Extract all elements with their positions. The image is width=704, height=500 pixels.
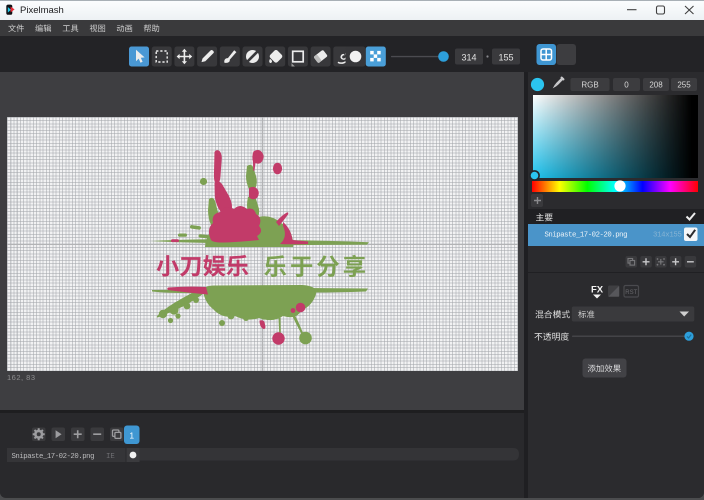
svg-text:314x155: 314x155 (653, 232, 682, 240)
svg-text:RGB: RGB (581, 81, 598, 90)
svg-text:Pixelmash: Pixelmash (20, 5, 64, 16)
svg-text:RST: RST (625, 290, 637, 296)
svg-text:1: 1 (129, 431, 134, 441)
svg-text:155: 155 (498, 52, 513, 62)
svg-text:Snipaste_17-02-20.png: Snipaste_17-02-20.png (12, 453, 95, 461)
svg-text:Snipaste_17-02-20.png: Snipaste_17-02-20.png (545, 232, 628, 240)
svg-text:IE: IE (106, 453, 115, 461)
svg-text:314: 314 (461, 52, 476, 62)
svg-text:208: 208 (649, 81, 663, 90)
svg-text:255: 255 (677, 81, 691, 90)
svg-text:0: 0 (624, 81, 629, 90)
svg-text:FX: FX (591, 285, 604, 296)
